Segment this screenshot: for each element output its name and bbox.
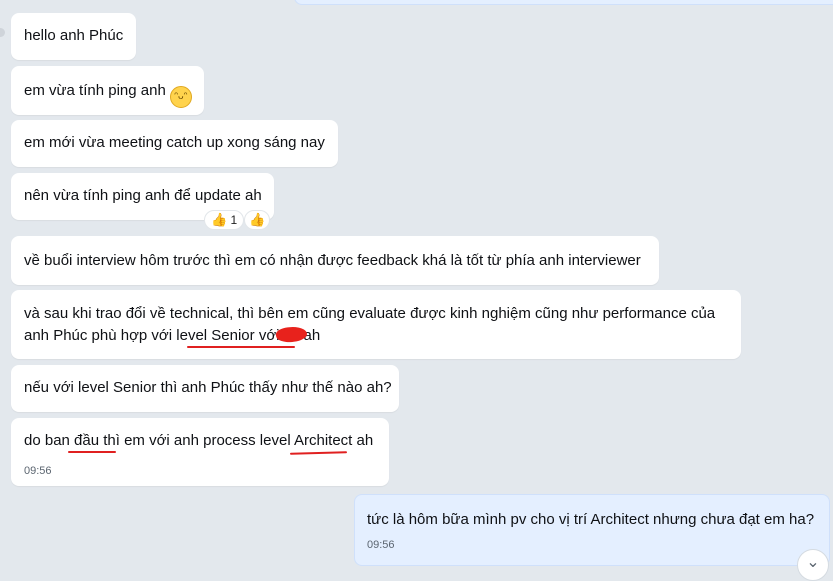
message-text: tức là hôm bữa mình pv cho vị trí Archit…	[367, 511, 815, 528]
add-reaction-thumbs-up[interactable]: 👍	[244, 210, 271, 230]
thumbs-up-icon: 👍	[249, 212, 266, 227]
message-text-line2: anh Phúc phù hợp với level Senior với	[24, 327, 280, 344]
message-text-line1: và sau khi trao đổi về technical, thì bê…	[24, 305, 716, 322]
reaction-count: 1	[230, 213, 238, 227]
message-text: do ban đầu thì em với anh process level …	[24, 432, 374, 449]
message-text: nếu với level Senior thì anh Phúc thấy n…	[24, 379, 392, 396]
message-bubble[interactable]: nếu với level Senior thì anh Phúc thấy n…	[11, 365, 399, 412]
message-bubble[interactable]: và sau khi trao đổi về technical, thì bê…	[11, 290, 741, 359]
previous-sent-message	[294, 0, 833, 5]
message-text: em vừa tính ping anh	[24, 82, 166, 99]
grinning-face-emoji-icon: ᵔᴗᵔ	[169, 86, 192, 108]
underline-annotation	[68, 451, 116, 453]
message-time: 09:56	[24, 465, 52, 477]
message-bubble[interactable]: em vừa tính ping anh ᵔᴗᵔ	[11, 66, 204, 115]
message-text: về buổi interview hôm trước thì em có nh…	[24, 252, 641, 269]
underline-annotation	[187, 346, 295, 348]
message-text: em mới vừa meeting catch up xong sáng na…	[24, 134, 325, 151]
sent-message-bubble[interactable]: tức là hôm bữa mình pv cho vị trí Archit…	[354, 494, 830, 566]
message-text: hello anh Phúc	[24, 27, 124, 44]
message-bubble[interactable]: em mới vừa meeting catch up xong sáng na…	[11, 120, 338, 167]
scroll-to-bottom-button[interactable]: ⌄	[797, 549, 829, 581]
message-bubble[interactable]: về buổi interview hôm trước thì em có nh…	[11, 236, 659, 285]
message-time: 09:56	[367, 539, 395, 551]
thumbs-up-icon: 👍	[211, 212, 228, 227]
chevron-down-icon: ⌄	[806, 554, 820, 571]
message-bubble[interactable]: hello anh Phúc	[11, 13, 136, 60]
reaction-thumbs-up[interactable]: 👍 1	[204, 210, 245, 230]
message-text: nên vừa tính ping anh để update ah	[24, 187, 262, 204]
sender-avatar[interactable]	[0, 28, 5, 37]
